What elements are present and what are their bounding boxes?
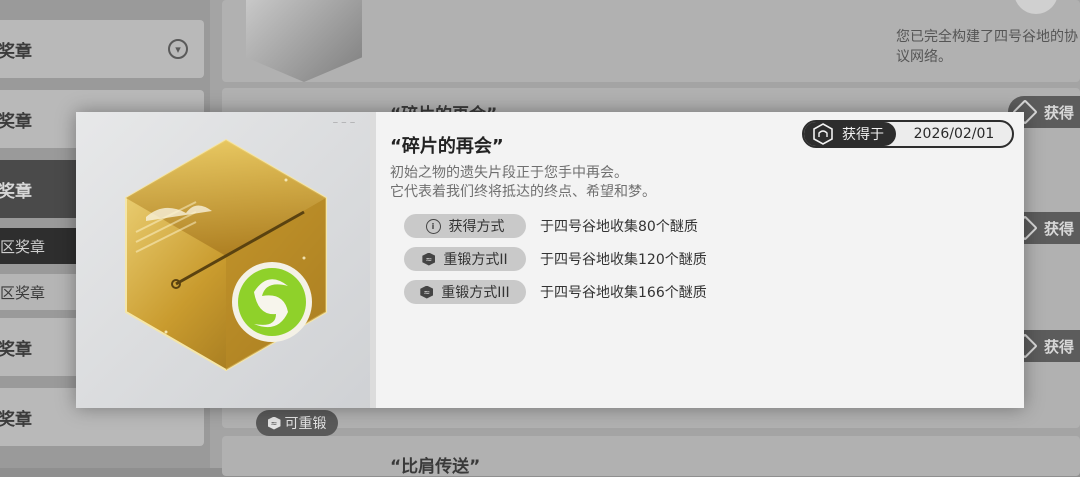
info-icon: i [425,218,441,234]
obtained-label: 获得于 [842,127,884,143]
collapse-icon[interactable] [1014,0,1058,14]
card-title: “比肩传送” [390,457,481,477]
reforge-method-label: ≈ 重锻方式III [404,280,526,304]
card-description: 您已完全构建了四号谷地的协议网络。 [896,29,1078,65]
reforge-method-value: 于四号谷地收集120个醚质 [540,252,707,268]
acquire-method-value: 于四号谷地收集80个醚质 [540,219,698,235]
medal-art-panel: — — — [76,112,376,408]
medal-hex-icon [813,123,833,145]
sidebar-item[interactable]: 奖章 ▾ [0,20,204,78]
reforge-method-row: ≈ 重锻方式II 于四号谷地收集120个醚质 [404,247,707,271]
reforge-icon: ≈ [422,252,436,266]
reforge-icon: ≈ [267,416,281,430]
medal-detail-dialog[interactable]: — — — “碎片的再会” 获得于 2026/02/01 初始之物的遗失片段正于… [76,112,1024,408]
medal-image [125,138,327,372]
acquire-method-label: i 获得方式 [404,214,526,238]
reforge-method-value: 于四号谷地收集166个醚质 [540,285,707,301]
reforge-icon: ≈ [420,285,434,299]
medal-description: 初始之物的遗失片段正于您手中再会。 它代表着我们终将抵达的终点、希望和梦。 [390,165,656,200]
reforge-method-row: ≈ 重锻方式III 于四号谷地收集166个醚质 [404,280,707,304]
obtained-label-section: 获得于 [804,122,896,146]
medal-title: “碎片的再会” [390,136,504,157]
reforge-badge: ≈ 可重锻 [256,410,338,436]
medal-card[interactable] [222,436,1080,476]
obtained-date-badge: 获得于 2026/02/01 [802,120,1014,148]
obtained-date: 2026/02/01 [913,126,995,142]
acquire-method-row: i 获得方式 于四号谷地收集80个醚质 [404,214,698,238]
reforge-method-label: ≈ 重锻方式II [404,247,526,271]
medal-info-panel: “碎片的再会” 获得于 2026/02/01 初始之物的遗失片段正于您手中再会。… [376,112,1024,408]
chevron-down-icon[interactable]: ▾ [168,39,188,59]
